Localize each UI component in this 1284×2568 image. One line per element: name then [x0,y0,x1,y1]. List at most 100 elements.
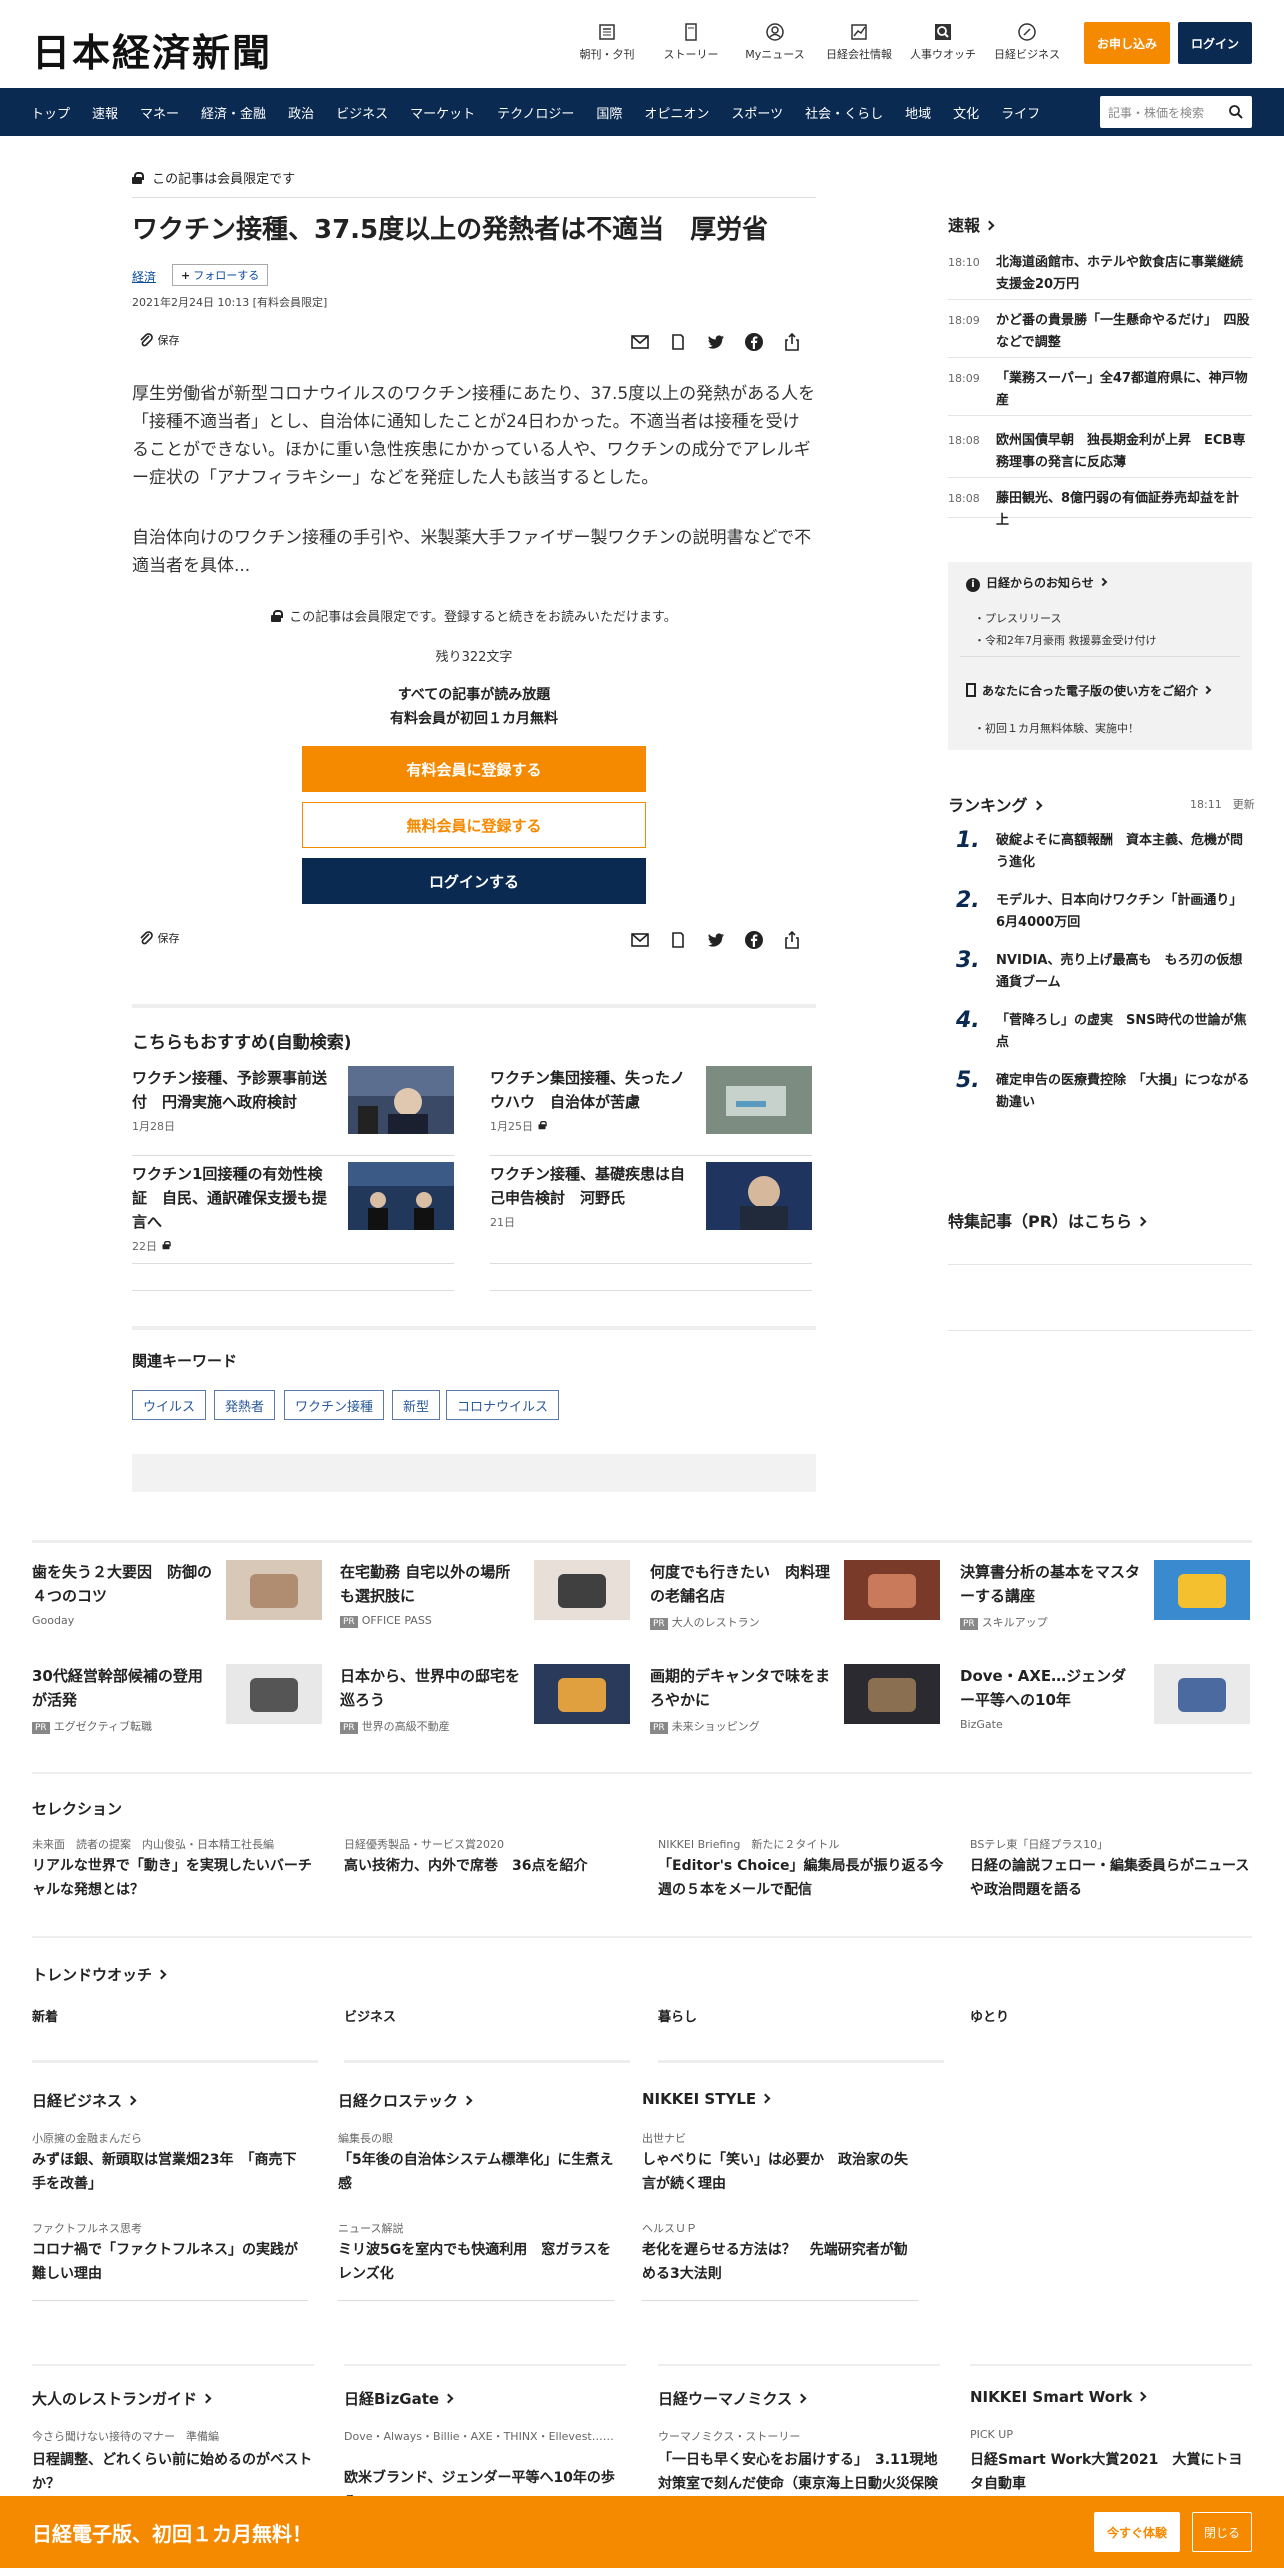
selection-item[interactable]: BSテレ東「日経プラス10」 日経の論説フェロー・編集委員らがニュースや政治問題を… [970,1836,1256,1902]
bookmark-note-icon[interactable] [668,332,688,352]
recommend-item[interactable]: ワクチン接種、予診票事前送付 円滑実施へ政府検討 1月28日 [132,1066,454,1156]
breaking-news-item[interactable]: 18:08 欧州国債早朝 独長期金利が上昇 ECB専務理事の発言に反応薄 [948,430,1252,478]
nav-item[interactable]: 社会・くらし [794,103,894,122]
ad-item[interactable]: 歯を失う２大要因 防御の４つのコツ Gooday [32,1560,322,1640]
keyword-tag[interactable]: 発熱者 [214,1390,276,1420]
media-headline[interactable]: 老化を遅らせる方法は？ 先端研究者が勧める3大法則 [642,2238,918,2286]
pr-features-title[interactable]: 特集記事（PR）はこちら [948,1208,1147,1232]
breaking-news-item[interactable]: 18:09 かど番の貴景勝「一生懸命やるだけ」 四股などで調整 [948,310,1252,358]
media-headline[interactable]: ミリ波5Gを室内でも快適利用 窓ガラスをレンズ化 [338,2238,614,2286]
keyword-tag[interactable]: ワクチン接種 [284,1390,385,1420]
nav-item[interactable]: 政治 [277,103,325,122]
ad-item[interactable]: 画期的デキャンタで味をまろやかに PR 未来ショッピング [650,1664,940,1744]
media-title[interactable]: 日経ビジネス [32,2090,137,2111]
recommend-item[interactable]: ワクチン集団接種、失ったノウハウ 自治体が苦慮 1月25日 [490,1066,812,1156]
header-link-company-info[interactable]: 日経会社情報 [820,22,898,62]
close-banner-button[interactable]: 閉じる [1192,2512,1252,2552]
breaking-news-item[interactable]: 18:10 北海道函館市、ホテルや飲食店に事業継続支援金20万円 [948,252,1252,300]
keyword-tag[interactable]: コロナウイルス [446,1390,560,1420]
ad-item[interactable]: 何度でも行きたい 肉料理の老舗名店 PR 大人のレストラン [650,1560,940,1640]
share-icon[interactable] [782,332,802,352]
nav-item[interactable]: 経済・金融 [190,103,277,122]
mail-icon[interactable] [630,930,650,950]
partner-title[interactable]: 日経BizGate [344,2388,454,2409]
media-headline[interactable]: みずほ銀、新頭取は営業畑23年 「商売下手を改善」 [32,2148,308,2196]
breaking-news-item[interactable]: 18:09 「業務スーパー」全47都道府県に、神戸物産 [948,368,1252,416]
media-headline[interactable]: コロナ禍で「ファクトフルネス」の実践が難しい理由 [32,2238,308,2286]
twitter-icon[interactable] [706,332,726,352]
notice-item[interactable]: ・プレスリリース [974,610,1061,626]
ad-item[interactable]: Dove・AXE…ジェンダー平等への10年 BizGate [960,1664,1250,1744]
media-title[interactable]: 日経クロステック [338,2090,473,2111]
media-headline[interactable]: 「5年後の自治体システム標準化」に生煮え感 [338,2148,614,2196]
header-link-story[interactable]: ストーリー [652,22,730,62]
follow-button[interactable]: + フォローする [172,264,269,286]
header-link-nikkei-business[interactable]: 日経ビジネス [988,22,1066,62]
facebook-icon[interactable] [744,930,764,950]
register-paid-button[interactable]: 有料会員に登録する [302,746,646,792]
ranking-title[interactable]: ランキング [948,792,1042,816]
search-input[interactable]: 記事・株価を検索 [1100,96,1252,128]
partner-title[interactable]: 大人のレストランガイド [32,2388,212,2409]
nav-item[interactable]: オピニオン [633,103,720,122]
search-icon[interactable] [1228,104,1244,120]
keyword-tag[interactable]: 新型 [392,1390,441,1420]
register-free-button[interactable]: 無料会員に登録する [302,802,646,848]
facebook-icon[interactable] [744,332,764,352]
trend-col-living[interactable]: 暮らし [658,2006,697,2025]
share-icon[interactable] [782,930,802,950]
media-headline[interactable]: しゃべりに「笑い」は必要か 政治家の失言が続く理由 [642,2148,918,2196]
trend-col-business[interactable]: ビジネス [344,2006,396,2025]
nav-item[interactable]: マーケット [399,103,486,122]
ad-item[interactable]: 30代経営幹部候補の登用が活発 PR エグゼクティブ転職 [32,1664,322,1744]
selection-item[interactable]: NIKKEI Briefing 新たに２タイトル 「Editor's Choice… [658,1836,944,1902]
header-link-print-edition[interactable]: 朝刊・夕刊 [568,22,646,62]
notice-title[interactable]: i 日経からのお知らせ [966,574,1108,592]
nav-item[interactable]: 地域 [894,103,942,122]
header-link-personnel-watch[interactable]: 人事ウオッチ [904,22,982,62]
subscribe-button[interactable]: お申し込み [1084,22,1170,64]
partner-title[interactable]: 日経ウーマノミクス [658,2388,807,2409]
nav-item[interactable]: マネー [129,103,190,122]
trend-col-new[interactable]: 新着 [32,2006,58,2025]
notice-item[interactable]: ・令和2年7月豪雨 救援募金受け付け [974,632,1157,648]
ad-item[interactable]: 日本から、世界中の邸宅を巡ろう PR 世界の高級不動産 [340,1664,630,1744]
selection-item[interactable]: 未来面 読者の提案 内山俊弘・日本精工社長編 リアルな世界で「動き」を実現したいバ… [32,1836,318,1902]
bookmark-note-icon[interactable] [668,930,688,950]
try-now-button[interactable]: 今すぐ体験 [1094,2512,1180,2552]
nav-item[interactable]: 文化 [942,103,990,122]
breaking-news-title[interactable]: 速報 [948,212,995,236]
trend-watch-title[interactable]: トレンドウオッチ [32,1964,167,1985]
header-link-mynews[interactable]: Myニュース [736,22,814,62]
trend-col-leisure[interactable]: ゆとり [970,2006,1009,2025]
login-cta-button[interactable]: ログインする [302,858,646,904]
save-button[interactable]: 保存 [138,332,180,348]
article-topic-tag[interactable]: 経済 [132,268,156,285]
ad-item[interactable]: 在宅勤務 自宅以外の場所も選択肢に PR OFFICE PASS [340,1560,630,1640]
nav-item[interactable]: ビジネス [325,103,399,122]
partner-title[interactable]: NIKKEI Smart Work [970,2388,1147,2406]
recommend-item[interactable]: ワクチン1回接種の有効性検証 自民、通訳確保支援も提言へ 22日 [132,1162,454,1264]
keyword-tag[interactable]: ウイルス [132,1390,207,1420]
nav-item[interactable]: テクノロジー [486,103,585,122]
nav-item[interactable]: トップ [20,103,81,122]
login-button[interactable]: ログイン [1178,22,1252,64]
partner-headline[interactable]: 「一日も早く安心をお届けする」 3.11現地対策室で刻んだ使命（東京海上日動火災… [658,2448,940,2496]
site-logo[interactable]: 日本経済新聞 [32,22,272,77]
selection-item[interactable]: 日経優秀製品・サービス賞2020 高い技術力、内外で席巻 36点を紹介 [344,1836,630,1878]
guide-title[interactable]: あなたに合った電子版の使い方をご紹介 [966,682,1212,699]
ad-item[interactable]: 決算書分析の基本をマスターする講座 PR スキルアップ [960,1560,1250,1640]
breaking-news-item[interactable]: 18:08 藤田観光、8億円弱の有価証券売却益を計上 [948,488,1252,528]
recommend-item[interactable]: ワクチン接種、基礎疾患は自己申告検討 河野氏 21日 [490,1162,812,1264]
mail-icon[interactable] [630,332,650,352]
nav-item[interactable]: 速報 [81,103,129,122]
twitter-icon[interactable] [706,930,726,950]
partner-headline[interactable]: 日経Smart Work大賞2021 大賞にトヨタ自動車 [970,2448,1252,2496]
media-title[interactable]: NIKKEI STYLE [642,2090,771,2108]
save-button[interactable]: 保存 [138,930,180,946]
nav-item[interactable]: 国際 [585,103,633,122]
nav-item[interactable]: スポーツ [720,103,794,122]
nav-item[interactable]: ライフ [990,103,1051,122]
partner-headline[interactable]: 日程調整、どれくらい前に始めるのがベストか？ [32,2448,314,2496]
guide-item[interactable]: ・初回１カ月無料体験、実施中！ [974,720,1139,736]
